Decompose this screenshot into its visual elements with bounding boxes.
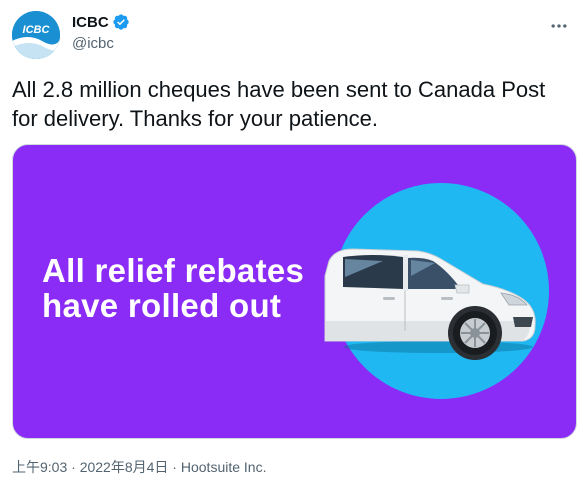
more-options-icon[interactable] [545,12,573,40]
avatar-text: ICBC [23,24,51,36]
media-headline-line: have rolled out [42,287,282,324]
tweet-source[interactable]: Hootsuite Inc. [181,459,267,475]
handle[interactable]: @icbc [72,35,130,52]
media-image[interactable]: All relief rebates have rolled out [12,144,577,439]
tweet-time[interactable]: 上午9:03 [12,459,67,475]
car-illustration [324,183,549,399]
verified-badge-icon [112,13,130,31]
media-headline-line: All relief rebates [42,252,305,289]
display-name[interactable]: ICBC [72,14,109,31]
tweet: ICBC ICBC @icbc All 2.8 million cheques … [0,0,587,485]
tweet-meta: 上午9:03 · 2022年8月4日 · Hootsuite Inc. [12,457,266,477]
tweet-text-line: for delivery. Thanks for your patience. [12,106,379,131]
icbc-logo-icon: ICBC [12,11,60,59]
tweet-text: All 2.8 million cheques have been sent t… [12,75,582,133]
tweet-date[interactable]: 2022年8月4日 [80,459,169,475]
avatar[interactable]: ICBC [12,11,60,59]
separator: · [67,459,80,475]
media-headline: All relief rebates have rolled out [42,253,304,323]
tweet-text-line: All 2.8 million cheques have been sent t… [12,77,546,102]
author-block: ICBC @icbc [72,12,130,52]
separator: · [168,459,181,475]
